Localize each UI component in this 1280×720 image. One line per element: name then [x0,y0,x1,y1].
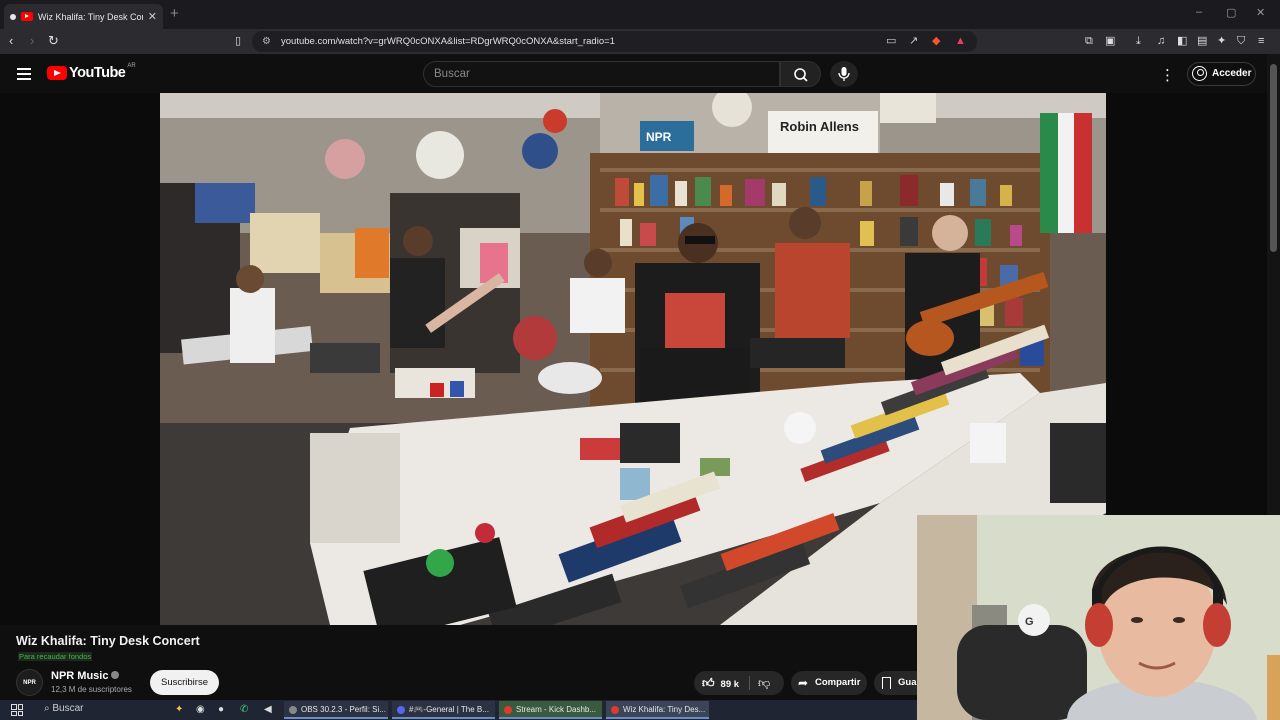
wallet-panel-icon[interactable]: ▤ [1197,33,1207,49]
task-label: Stream - Kick Dashb... [516,705,597,714]
youtube-favicon-icon [21,12,33,21]
subscribe-button[interactable]: Suscribirse [150,670,219,695]
task-label: OBS 30.2.3 - Perfil: Si... [301,705,386,714]
url-text: youtube.com/watch?v=grWRQ0cONXA&list=RDg… [281,36,615,47]
discord-icon [397,706,405,714]
bookmark-save-icon [882,677,891,689]
youtube-play-icon [47,66,67,80]
cast-icon[interactable]: ▭ [886,31,896,52]
obs-icon [289,706,297,714]
verified-icon [111,671,120,679]
site-settings-icon[interactable]: ⚙ [262,31,271,52]
speaker-app-icon[interactable]: ◀ [264,703,272,717]
windows-taskbar: ⌕ Buscar ✦ ◉ ● ✆ ◀ OBS 30.2.3 - Perfil: … [0,700,917,720]
extensions-icon[interactable]: ⧉ [1085,33,1093,49]
thumbs-down-icon[interactable]: 👎︎ [758,676,770,691]
chrome-icon[interactable]: ◉ [196,703,205,717]
wallet-icon[interactable]: ▣ [1105,33,1115,49]
brave-icon [504,706,512,714]
search-button[interactable] [780,61,821,87]
webcam-overlay: G [917,515,1280,720]
task-label: #🎮-General | The B... [409,705,489,714]
share-button[interactable]: ➦ Compartir [791,671,867,695]
vpn-icon[interactable]: ⛉ [1237,33,1245,49]
scrollbar-thumb[interactable] [1270,64,1277,252]
task-label: Wiz Khalifa: Tiny Des... [623,705,706,714]
like-count: 89 k [720,679,740,690]
taskbar-obs[interactable]: OBS 30.2.3 - Perfil: Si... [284,701,388,719]
back-icon[interactable]: ‹ [9,33,13,49]
close-window-button[interactable]: ✕ [1256,6,1265,19]
like-divider [749,676,750,690]
settings-kebab-icon[interactable]: ⋮ [1160,66,1175,84]
like-dislike-group: 👍︎ 89 k 👎︎ [694,671,784,695]
tab-close-icon[interactable]: ✕ [148,10,157,23]
browser-tab-strip: Wiz Khalifa: Tiny Desk Concert ✕ + – ▢ ✕ [0,0,1280,29]
webcam-image: G [917,515,1280,720]
scene-sign-robin: Robin Allens [780,119,859,134]
taskbar-search[interactable]: ⌕ Buscar [44,703,84,714]
search-input[interactable]: Buscar [423,61,780,87]
bookmark-icon[interactable]: ▯ [235,33,241,49]
taskbar-discord[interactable]: #🎮-General | The B... [392,701,495,719]
share-label: Compartir [815,677,861,688]
search-icon [794,68,808,82]
minimize-button[interactable]: – [1196,6,1202,18]
brave-shield-icon[interactable]: ◆ [932,31,940,52]
fundraiser-badge[interactable]: Para recaudar fondos [18,652,93,661]
app-icon[interactable]: ● [218,703,224,717]
leo-ai-icon[interactable]: ✦ [1217,33,1226,49]
signin-button[interactable]: Acceder [1187,62,1256,86]
taskbar-youtube[interactable]: Wiz Khalifa: Tiny Des... [606,701,709,719]
youtube-masthead: YouTube AR Buscar ⋮ Acceder [0,54,1280,93]
channel-name-link[interactable]: NPR Music [51,670,120,682]
browser-tab-active[interactable]: Wiz Khalifa: Tiny Desk Concert ✕ [4,4,163,29]
channel-name: NPR Music [51,670,109,682]
thumbs-up-icon: 👍︎ [702,676,715,690]
subscriber-count: 12,3 M de suscriptores [51,685,132,694]
widgets-icon[interactable]: ✦ [175,703,183,717]
guide-menu-icon[interactable] [17,68,31,80]
download-icon[interactable]: ⤓ [1136,33,1141,49]
taskbar-kick[interactable]: Stream - Kick Dashb... [499,701,602,719]
share-icon: ➦ [798,676,809,690]
microphone-icon [838,67,850,81]
new-tab-button[interactable]: + [170,5,179,22]
browser-toolbar: ‹ › ↻ ▯ ⚙ youtube.com/watch?v=grWRQ0cONX… [0,29,1280,54]
video-title: Wiz Khalifa: Tiny Desk Concert [16,634,200,648]
youtube-logo-text: YouTube [69,65,126,81]
account-icon [1192,66,1207,81]
recording-indicator-icon [10,13,16,20]
channel-avatar[interactable]: NPR Music [16,669,43,712]
whatsapp-icon[interactable]: ✆ [240,703,248,717]
share-page-icon[interactable]: ↗ [909,31,918,52]
sidebar-icon[interactable]: ◧ [1177,33,1187,49]
tab-title: Wiz Khalifa: Tiny Desk Concert [38,11,143,22]
svg-text:G: G [1025,616,1034,628]
scene-sign-npr: NPR [646,130,672,144]
maximize-button[interactable]: ▢ [1226,6,1236,19]
youtube-logo[interactable]: YouTube AR [47,63,136,81]
menu-icon[interactable]: ≡ [1258,33,1264,49]
forward-icon[interactable]: › [30,33,34,49]
country-code: AR [127,63,136,69]
reload-icon[interactable]: ↻ [48,33,59,49]
voice-search-button[interactable] [830,61,858,87]
brave-icon [611,706,619,714]
magnifier-icon: ⌕ [44,703,50,714]
media-icon[interactable]: ♫ [1157,33,1165,49]
taskbar-search-label: Buscar [52,703,84,714]
brave-rewards-icon[interactable]: ▲ [955,31,966,52]
start-menu-icon[interactable] [11,704,23,716]
signin-label: Acceder [1212,68,1252,79]
address-bar[interactable]: ⚙ youtube.com/watch?v=grWRQ0cONXA&list=R… [252,31,977,52]
like-button[interactable]: 👍︎ 89 k [702,671,739,697]
